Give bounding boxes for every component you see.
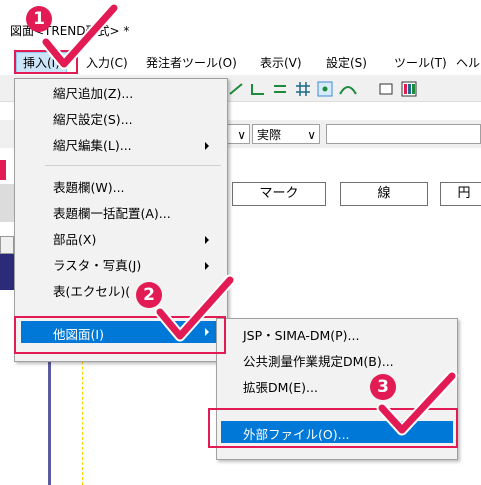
menu-settings[interactable]: 設定(S) — [326, 54, 367, 71]
menu-view[interactable]: 表示(V) — [260, 54, 302, 71]
menu-help[interactable]: ヘル — [456, 54, 480, 71]
toolbar-icons — [228, 81, 417, 97]
chevron-down-icon: ∨ — [237, 128, 246, 142]
offset-line-icon[interactable] — [274, 85, 286, 93]
menu-item-label: 縮尺編集(L)... — [53, 138, 132, 153]
step3-badge: 3 — [370, 374, 396, 400]
submenu-arrow-icon — [205, 236, 209, 244]
submenu-arrow-icon — [205, 262, 209, 270]
step1-badge: 1 — [26, 6, 52, 32]
tab-line[interactable]: 線 — [340, 182, 428, 206]
copy-icon[interactable] — [379, 83, 393, 95]
step2-badge: 2 — [136, 282, 162, 308]
menu-item-label: ラスタ・写真(J) — [53, 258, 142, 273]
menu-tools[interactable]: ツール(T) — [394, 54, 447, 71]
menu-item-scale-edit[interactable]: 縮尺編集(L)... — [53, 135, 223, 157]
menu-item-extended-dm[interactable]: 拡張DM(E)... — [243, 377, 318, 399]
menu-item-parts[interactable]: 部品(X) — [53, 229, 223, 251]
scale-mode-value: 実際 — [257, 128, 282, 142]
grid-icon[interactable] — [296, 82, 310, 96]
value-input[interactable] — [326, 124, 481, 144]
polyline-icon[interactable] — [251, 84, 264, 95]
left-panel-block — [0, 254, 14, 290]
left-panel-tab[interactable] — [0, 236, 14, 254]
step2-check-icon — [154, 274, 236, 342]
menu-item-excel-table[interactable]: 表(エクセル)( — [53, 281, 130, 303]
menu-separator — [45, 165, 221, 166]
menu-item-jsp-sima[interactable]: JSP・SIMA-DM(P)... — [243, 325, 359, 347]
arc-icon[interactable] — [339, 86, 357, 95]
menu-item-scale-add[interactable]: 縮尺追加(Z)... — [53, 83, 133, 105]
menu-item-title-block[interactable]: 表題欄(W)... — [53, 177, 125, 199]
menu-item-scale-set[interactable]: 縮尺設定(S)... — [53, 109, 133, 131]
submenu-arrow-icon — [205, 142, 209, 150]
chevron-down-icon: ∨ — [307, 128, 316, 142]
color-grid-icon[interactable] — [401, 81, 417, 97]
menu-item-label: 部品(X) — [53, 232, 97, 247]
menu-orderer-tools[interactable]: 発注者ツール(O) — [146, 54, 237, 71]
menu-item-title-block-batch[interactable]: 表題欄一括配置(A)... — [53, 203, 171, 225]
left-accent — [0, 160, 6, 180]
left-panel-strip — [0, 184, 14, 222]
tab-mark[interactable]: マーク — [232, 182, 326, 206]
tab-circle[interactable]: 円 — [440, 182, 481, 206]
point-icon[interactable] — [317, 81, 333, 97]
line-icon[interactable] — [228, 81, 244, 97]
scale-mode-combo[interactable]: 実際 ∨ — [252, 124, 320, 144]
